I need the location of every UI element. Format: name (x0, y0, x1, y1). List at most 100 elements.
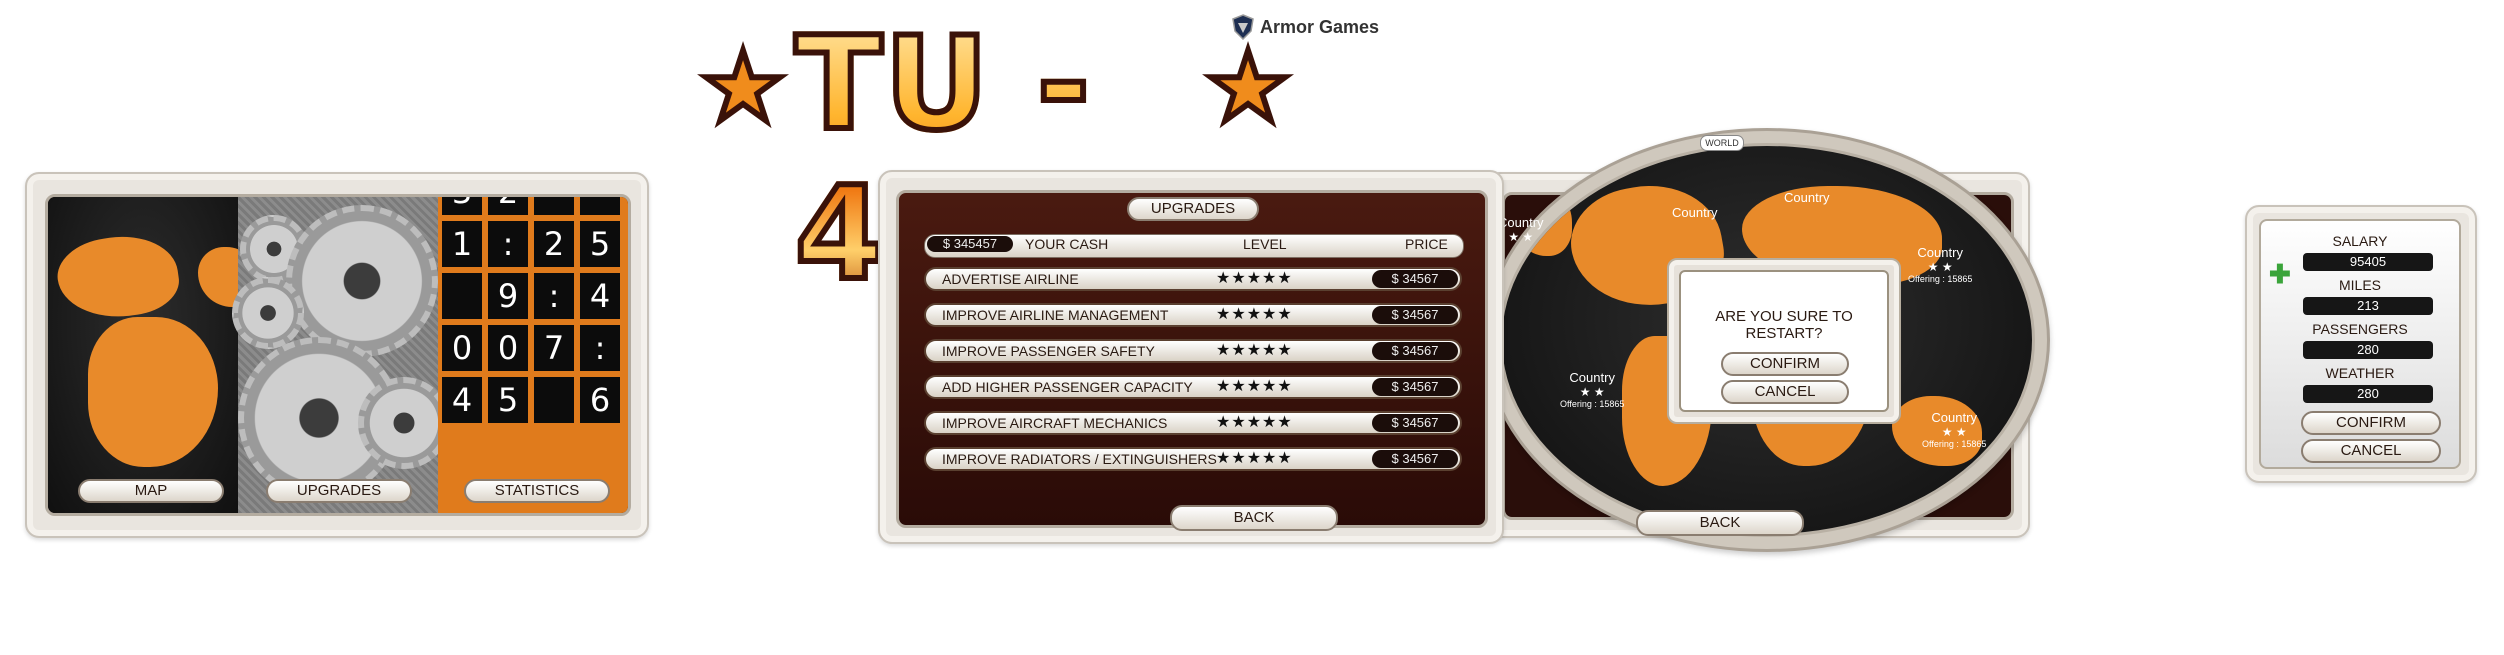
upgrade-row[interactable]: IMPROVE AIRLINE MANAGEMENT ★★★★★ $ 34567 (924, 303, 1462, 327)
back-button[interactable]: BACK (1170, 505, 1338, 531)
stat-digit: 5 (580, 221, 620, 267)
weather-label: WEATHER (2325, 365, 2395, 381)
stat-digit: 3 (442, 197, 482, 215)
salary-value: 95405 (2303, 253, 2433, 271)
country-name: Country (1569, 370, 1615, 385)
country-marker[interactable]: Country ★ ★ Offering : 15865 (1560, 370, 1624, 409)
stat-digit: 5 (488, 377, 528, 423)
back-button[interactable]: BACK (1636, 510, 1804, 536)
upgrade-row[interactable]: ADVERTISE AIRLINE ★★★★★ $ 34567 (924, 267, 1462, 291)
map-section (48, 197, 258, 513)
stat-digit: 4 (580, 273, 620, 319)
world-tag: WORLD (1700, 135, 1744, 151)
statistics-section: 3 2 1 : 2 5 9 : 4 0 0 7 : 4 5 6 (438, 197, 628, 513)
upgrades-button[interactable]: UPGRADES (266, 479, 412, 503)
stat-digit: 0 (488, 325, 528, 371)
upgrades-title: UPGRADES (1127, 197, 1259, 221)
miles-label: MILES (2338, 277, 2381, 293)
country-name: Country (1672, 205, 1718, 220)
weather-value: 280 (2303, 385, 2433, 403)
country-marker[interactable]: Country ★ ★ Offering : 15865 (1908, 245, 1972, 284)
game-logo: ★ TU - 46 ★ (697, 7, 1320, 312)
statistics-button[interactable]: STATISTICS (464, 479, 610, 503)
country-stars: ★ ★ (1579, 385, 1605, 399)
main-menu-panel: 3 2 1 : 2 5 9 : 4 0 0 7 : 4 5 6 MAP UPGR… (25, 172, 649, 538)
gear-icon (286, 205, 438, 357)
cash-label: YOUR CASH (1025, 236, 1109, 252)
country-marker[interactable]: Country (1784, 190, 1830, 205)
upgrade-level-stars: ★★★★★ (1216, 270, 1293, 287)
stat-digit: 0 (442, 325, 482, 371)
upgrade-row[interactable]: IMPROVE PASSENGER SAFETY ★★★★★ $ 34567 (924, 339, 1462, 363)
upgrade-name: ADD HIGHER PASSENGER CAPACITY (942, 379, 1193, 395)
gear-icon (232, 277, 304, 349)
cancel-button[interactable]: CANCEL (1721, 380, 1849, 404)
salary-label: SALARY (2332, 233, 2388, 249)
upgrade-level-stars: ★★★★★ (1216, 450, 1293, 467)
shield-icon (1232, 14, 1254, 40)
stat-digit: 2 (534, 221, 574, 267)
stat-digit: : (580, 325, 620, 371)
country-name: Country (1931, 410, 1977, 425)
stat-digit: 1 (442, 221, 482, 267)
map-button[interactable]: MAP (78, 479, 224, 503)
confirm-button[interactable]: CONFIRM (2301, 411, 2441, 435)
stat-digit (580, 197, 620, 215)
upgrade-name: IMPROVE AIRLINE MANAGEMENT (942, 307, 1169, 323)
gear-icon (358, 377, 450, 469)
trip-confirm-panel: ✚ SALARY 95405 MILES 213 PASSENGERS 280 … (2245, 205, 2477, 483)
upgrade-level-stars: ★★★★★ (1216, 342, 1293, 359)
upgrade-price: $ 34567 (1372, 270, 1458, 288)
upgrade-price: $ 34567 (1372, 450, 1458, 468)
stat-digit: 7 (534, 325, 574, 371)
stat-digit (534, 197, 574, 215)
star-icon: ★ (697, 34, 789, 141)
sponsor-logo[interactable]: Armor Games (1232, 14, 1379, 40)
confirm-button[interactable]: CONFIRM (1721, 352, 1849, 376)
country-offering: Offering : 15865 (1908, 274, 1973, 284)
upgrade-name: IMPROVE RADIATORS / EXTINGUISHERS (942, 451, 1217, 467)
level-header: LEVEL (1243, 236, 1287, 252)
upgrades-inner: UPGRADES $ 345457 YOUR CASH LEVEL PRICE … (896, 190, 1488, 528)
upgrade-name: IMPROVE AIRCRAFT MECHANICS (942, 415, 1168, 431)
country-offering: Offering : 15865 (1922, 439, 1987, 449)
country-stars: ★ ★ (1941, 425, 1967, 439)
cancel-button[interactable]: CANCEL (2301, 439, 2441, 463)
upgrade-row[interactable]: ADD HIGHER PASSENGER CAPACITY ★★★★★ $ 34… (924, 375, 1462, 399)
upgrade-name: ADVERTISE AIRLINE (942, 271, 1079, 287)
miles-value: 213 (2303, 297, 2433, 315)
price-header: PRICE (1405, 236, 1448, 252)
country-marker[interactable]: Country ★ ★ Offering : 15865 (1922, 410, 1986, 449)
upgrades-panel: UPGRADES $ 345457 YOUR CASH LEVEL PRICE … (878, 170, 1504, 544)
upgrade-price: $ 34567 (1372, 378, 1458, 396)
upgrade-row[interactable]: IMPROVE AIRCRAFT MECHANICS ★★★★★ $ 34567 (924, 411, 1462, 435)
stat-digit: : (534, 273, 574, 319)
upgrades-header: $ 345457 YOUR CASH LEVEL PRICE (924, 234, 1464, 258)
upgrade-price: $ 34567 (1372, 342, 1458, 360)
continent-shape (88, 317, 218, 467)
cash-value: $ 345457 (927, 236, 1013, 252)
stat-digit: 2 (488, 197, 528, 215)
country-marker[interactable]: Country ★ ★ (1498, 215, 1544, 244)
upgrades-section (232, 197, 450, 513)
main-menu-inner: 3 2 1 : 2 5 9 : 4 0 0 7 : 4 5 6 MAP UPGR… (45, 194, 631, 516)
trip-confirm-inner: ✚ SALARY 95405 MILES 213 PASSENGERS 280 … (2259, 219, 2461, 469)
country-marker[interactable]: Country (1672, 205, 1718, 220)
upgrade-row[interactable]: IMPROVE RADIATORS / EXTINGUISHERS ★★★★★ … (924, 447, 1462, 471)
stat-digit (442, 273, 482, 319)
country-stars: ★ ★ (1508, 230, 1534, 244)
upgrade-price: $ 34567 (1372, 414, 1458, 432)
continent-shape (53, 229, 183, 325)
restart-question: ARE YOU SURE TO RESTART? (1715, 308, 1853, 342)
stat-digit: : (488, 221, 528, 267)
stat-digit: 9 (488, 273, 528, 319)
restart-dialog: ARE YOU SURE TO RESTART? CONFIRM CANCEL (1667, 258, 1901, 424)
country-name: Country (1917, 245, 1963, 260)
stat-digit: 4 (442, 377, 482, 423)
sponsor-name: Armor Games (1260, 16, 1380, 37)
restart-dialog-body: ARE YOU SURE TO RESTART? CONFIRM CANCEL (1679, 270, 1889, 412)
upgrade-name: IMPROVE PASSENGER SAFETY (942, 343, 1155, 359)
country-name: Country (1498, 215, 1544, 230)
upgrade-level-stars: ★★★★★ (1216, 414, 1293, 431)
star-icon: ★ (1202, 34, 1294, 141)
